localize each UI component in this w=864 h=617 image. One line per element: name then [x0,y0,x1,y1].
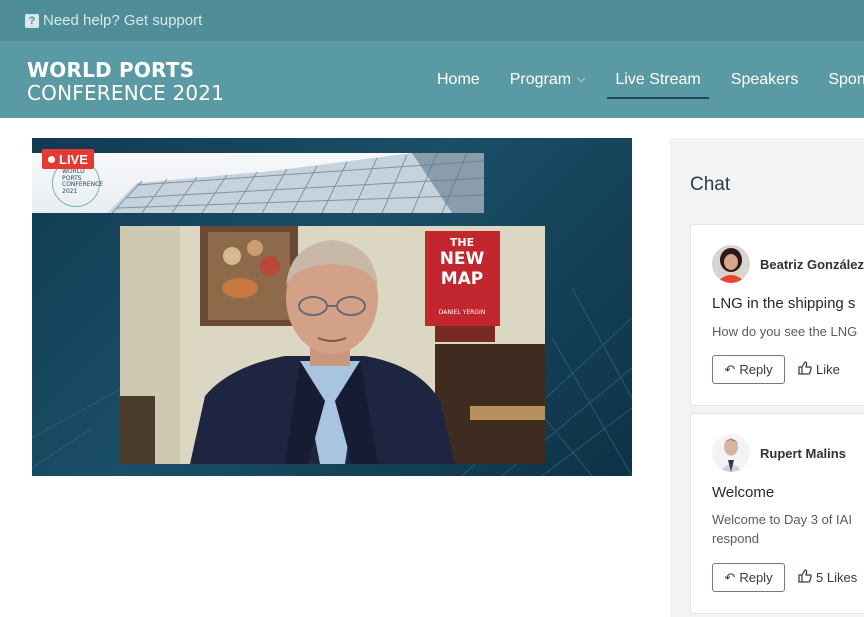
book-text: NEW [440,249,485,269]
like-button[interactable]: 5 Likes [798,563,857,592]
logo-text: 2021 [62,187,78,195]
chat-title: Chat [690,174,731,195]
thumbs-up-icon [798,361,812,378]
nav-label: Home [437,70,480,88]
reply-arrow-icon: ↶ [724,361,736,377]
nav-label: Speakers [730,70,799,88]
nav-label: Spons [828,70,864,88]
message-title: Welcome [712,484,775,501]
conference-logo: WORLD PORTS CONFERENCE 2021 [52,159,104,209]
like-button[interactable]: Like [798,355,840,384]
message-body: How do you see the LNG [712,322,864,341]
nav-item-home[interactable]: Home [437,71,480,89]
message-body-line: respond [712,531,759,546]
like-label: 5 Likes [816,570,858,585]
book-text: MAP [441,269,484,289]
reply-button[interactable]: ↶ Reply [712,355,785,384]
message-body: Welcome to Day 3 of IAI respond [712,510,864,548]
live-badge: LIVE [42,149,94,169]
like-label: Like [816,362,840,377]
help-bar[interactable]: ? Need help? Get support [0,0,864,41]
reply-label: Reply [739,570,773,585]
chevron-down-icon: ⌵ [577,73,586,85]
reply-arrow-icon: ↶ [724,569,736,585]
speaker-scene: THE NEW MAP DANIEL YERGIN [120,226,545,464]
nav-item-program[interactable]: Program ⌵ [510,71,586,89]
nav-item-live-stream[interactable]: Live Stream [607,70,710,99]
logo-line-2: CONFERENCE 2021 [27,81,225,105]
message-title: LNG in the shipping s [712,295,856,312]
live-dot-icon [48,155,55,163]
avatar[interactable] [712,434,750,472]
nav-label: Program [509,70,572,88]
site-header: WORLD PORTS CONFERENCE 2021 Home Program… [0,41,864,118]
message-body-line: How do you see the LNG [712,324,858,339]
reply-button[interactable]: ↶ Reply [712,563,785,592]
book-text: THE [450,236,474,249]
book-text: DANIEL YERGIN [439,309,485,316]
nav-item-speakers[interactable]: Speakers [731,71,799,89]
chat-message: Rupert Malins Welcome Welcome to Day 3 o… [690,413,864,614]
speaker-camera-feed: THE NEW MAP DANIEL YERGIN [120,226,545,464]
logo-line-1: WORLD PORTS [27,58,195,82]
reply-label: Reply [739,362,773,377]
thumbs-up-icon [798,569,812,586]
help-link[interactable]: Need help? Get support [43,12,202,29]
message-author[interactable]: Rupert Malins [760,446,846,461]
nav-item-sponsors[interactable]: Spons [828,71,864,89]
message-author[interactable]: Beatriz González [760,257,864,272]
site-logo[interactable]: WORLD PORTS CONFERENCE 2021 [27,59,224,105]
question-square-icon: ? [25,13,39,28]
chat-panel: Chat Beatriz González LNG in the shippin… [670,138,864,617]
nav-label: Live Stream [615,70,701,88]
chat-message: Beatriz González LNG in the shipping s H… [690,224,864,406]
avatar[interactable] [712,245,750,283]
live-video-player[interactable]: LIVE WORLD PORTS CONFERENCE 2021 THE NEW… [32,138,632,476]
live-label: LIVE [59,151,88,167]
message-body-line: Welcome to Day 3 of IAI [712,512,852,527]
main-menu: Home Program ⌵ Live Stream Speakers Spons [437,41,864,118]
